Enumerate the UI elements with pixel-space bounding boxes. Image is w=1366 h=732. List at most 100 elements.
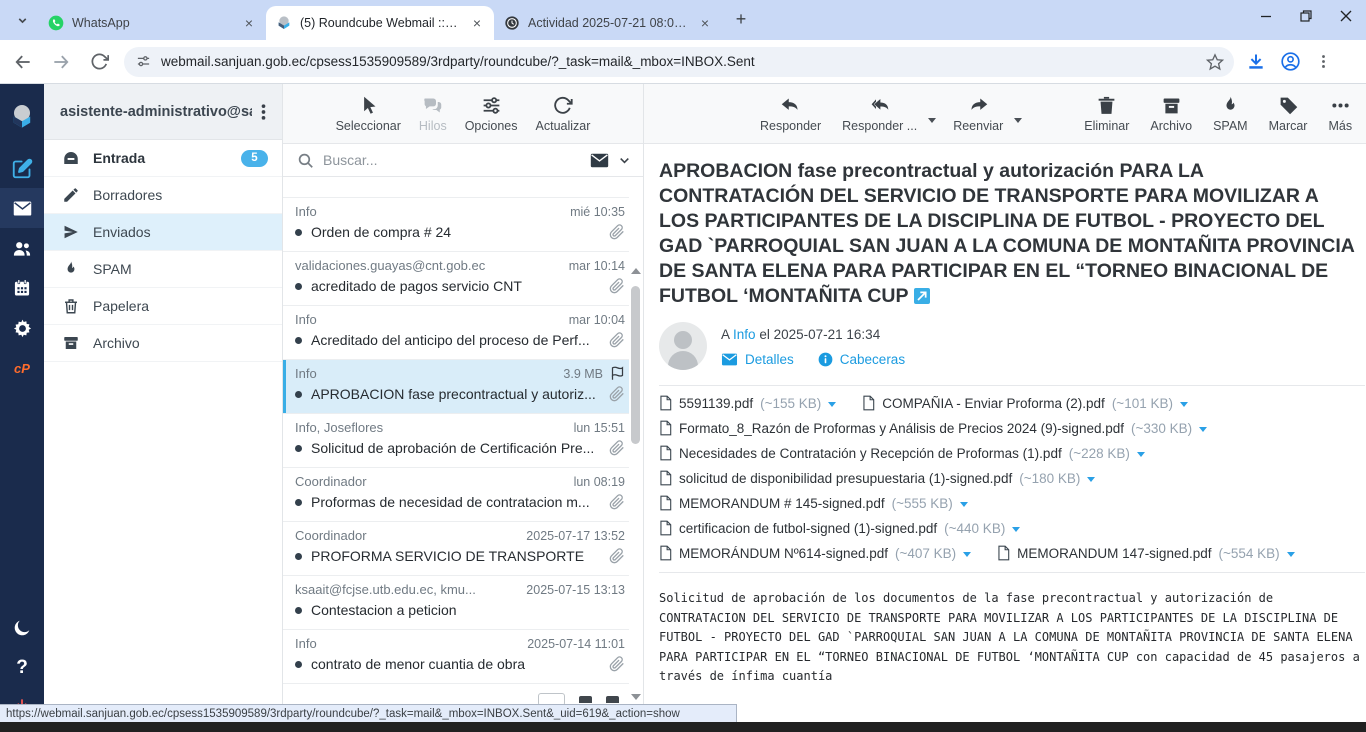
task-menu: cP ? bbox=[0, 84, 44, 732]
browser-menu-icon[interactable] bbox=[1315, 53, 1332, 70]
message-row[interactable]: Coordinador 2025-07-17 13:52 PROFORMA SE… bbox=[283, 522, 629, 576]
account-menu-icon[interactable] bbox=[252, 103, 274, 121]
flag-icon[interactable] bbox=[610, 366, 625, 381]
download-icon[interactable] bbox=[1246, 52, 1266, 72]
message-row[interactable]: Info mar 10:04 Acreditado del anticipo d… bbox=[283, 306, 629, 360]
attachment-item[interactable]: 5591139.pdf (~155 KB) bbox=[659, 395, 836, 411]
message-row[interactable]: Información financiera solicitada por BD… bbox=[283, 177, 629, 198]
attachment-name: COMPAÑIA - Enviar Proforma (2).pdf bbox=[882, 396, 1105, 411]
tab-close-icon[interactable]: × bbox=[468, 14, 486, 32]
minimize-button[interactable] bbox=[1246, 0, 1286, 32]
details-toggle[interactable]: Detalles bbox=[721, 352, 794, 367]
attachment-item[interactable]: Formato_8_Razón de Proformas y Análisis … bbox=[659, 420, 1207, 436]
sidebar-item-spam[interactable]: SPAM bbox=[44, 251, 282, 288]
attachment-item[interactable]: Necesidades de Contratación y Recepción … bbox=[659, 445, 1145, 461]
close-button[interactable] bbox=[1326, 0, 1366, 32]
attachment-menu-icon[interactable] bbox=[960, 502, 968, 507]
reply-all-button[interactable]: Responder ... bbox=[838, 95, 921, 133]
attachment-size: (~155 KB) bbox=[760, 396, 821, 411]
search-bar[interactable]: Buscar... bbox=[283, 144, 643, 177]
select-button[interactable]: Seleccionar bbox=[332, 95, 405, 133]
forward-menu-icon[interactable] bbox=[1014, 118, 1022, 123]
help-button[interactable]: ? bbox=[0, 648, 44, 688]
message-row[interactable]: Info 3.9 MB APROBACION fase precontractu… bbox=[283, 360, 629, 414]
message-row[interactable]: Info 2025-07-14 11:01 contrato de menor … bbox=[283, 630, 629, 684]
attachment-item[interactable]: MEMORANDUM # 145-signed.pdf (~555 KB) bbox=[659, 495, 968, 511]
tab-roundcube[interactable]: (5) Roundcube Webmail :: Envia × bbox=[266, 6, 494, 40]
attachment-item[interactable]: solicitud de disponibilidad presupuestar… bbox=[659, 470, 1095, 486]
search-scope-mail-icon[interactable] bbox=[590, 153, 609, 168]
compose-button[interactable] bbox=[0, 148, 44, 188]
mail-nav-button[interactable] bbox=[0, 188, 44, 228]
archive-button[interactable]: Archivo bbox=[1146, 95, 1196, 133]
attachment-menu-icon[interactable] bbox=[828, 402, 836, 407]
attachment-item[interactable]: certificacion de futbol-signed (1)-signe… bbox=[659, 520, 1020, 536]
forward-icon[interactable] bbox=[46, 47, 76, 77]
bookmark-star-icon[interactable] bbox=[1206, 53, 1224, 71]
attachment-menu-icon[interactable] bbox=[963, 552, 971, 557]
message-row[interactable]: Info, Joseflores lun 15:51 Solicitud de … bbox=[283, 414, 629, 468]
reload-icon[interactable] bbox=[84, 47, 114, 77]
tab-close-icon[interactable]: × bbox=[696, 14, 714, 32]
profile-icon[interactable] bbox=[1280, 51, 1301, 72]
attachment-name: MEMORÁNDUM Nº614-signed.pdf bbox=[679, 546, 888, 561]
scroll-up-icon[interactable] bbox=[631, 268, 641, 274]
restore-button[interactable] bbox=[1286, 0, 1326, 32]
external-link-icon[interactable] bbox=[914, 288, 930, 304]
recipient-link[interactable]: Info bbox=[733, 327, 756, 342]
attachment-menu-icon[interactable] bbox=[1012, 527, 1020, 532]
mark-button[interactable]: Marcar bbox=[1265, 95, 1312, 133]
dark-mode-button[interactable] bbox=[0, 608, 44, 648]
attachment-menu-icon[interactable] bbox=[1199, 427, 1207, 432]
spam-button[interactable]: SPAM bbox=[1209, 95, 1252, 133]
options-button[interactable]: Opciones bbox=[461, 95, 522, 133]
attachment-menu-icon[interactable] bbox=[1287, 552, 1295, 557]
message-row[interactable]: ksaait@fcjse.utb.edu.ec, kmu... 2025-07-… bbox=[283, 576, 629, 630]
list-footer-icon[interactable] bbox=[606, 696, 619, 703]
tab-search-button[interactable] bbox=[8, 6, 36, 34]
attachment-menu-icon[interactable] bbox=[1180, 402, 1188, 407]
reply-all-menu-icon[interactable] bbox=[928, 118, 936, 123]
message-row[interactable]: Coordinador lun 08:19 Proformas de neces… bbox=[283, 468, 629, 522]
message-row[interactable]: validaciones.guayas@cnt.gob.ec mar 10:14… bbox=[283, 252, 629, 306]
search-input[interactable]: Buscar... bbox=[323, 152, 581, 168]
search-options-chevron-icon[interactable] bbox=[618, 154, 631, 167]
attachment-item[interactable]: MEMORANDUM 147-signed.pdf (~554 KB) bbox=[997, 545, 1295, 561]
attachment-menu-icon[interactable] bbox=[1087, 477, 1095, 482]
new-tab-button[interactable]: + bbox=[728, 6, 754, 32]
tab-whatsapp[interactable]: WhatsApp × bbox=[38, 6, 266, 40]
scrollbar-thumb[interactable] bbox=[631, 286, 640, 444]
list-scrollbar[interactable] bbox=[629, 264, 642, 702]
attachment-item[interactable]: MEMORÁNDUM Nº614-signed.pdf (~407 KB) bbox=[659, 545, 971, 561]
pencil-icon bbox=[62, 186, 80, 204]
scroll-down-icon[interactable] bbox=[631, 694, 641, 700]
reply-button[interactable]: Responder bbox=[756, 95, 825, 133]
sidebar-item-drafts[interactable]: Borradores bbox=[44, 177, 282, 214]
sidebar-item-trash[interactable]: Papelera bbox=[44, 288, 282, 325]
message-subject-line: Orden de compra # 24 bbox=[295, 224, 625, 240]
tab-actividad[interactable]: Actividad 2025-07-21 08:00:00 × bbox=[494, 6, 722, 40]
site-info-icon[interactable] bbox=[136, 54, 151, 69]
attachment-item[interactable]: COMPAÑIA - Enviar Proforma (2).pdf (~101… bbox=[862, 395, 1188, 411]
threads-button[interactable]: Hilos bbox=[415, 95, 451, 133]
headers-toggle[interactable]: Cabeceras bbox=[818, 352, 905, 367]
sidebar-item-archive[interactable]: Archivo bbox=[44, 325, 282, 362]
message-row[interactable]: Info mié 10:35 Orden de compra # 24 bbox=[283, 198, 629, 252]
back-icon[interactable] bbox=[8, 47, 38, 77]
message-date: mié 10:35 bbox=[570, 205, 625, 219]
tab-close-icon[interactable]: × bbox=[240, 14, 258, 32]
delete-button[interactable]: Eliminar bbox=[1080, 95, 1133, 133]
calendar-button[interactable] bbox=[0, 268, 44, 308]
sidebar-item-sent[interactable]: Enviados bbox=[44, 214, 282, 251]
refresh-button[interactable]: Actualizar bbox=[532, 95, 595, 133]
url-bar[interactable]: webmail.sanjuan.gob.ec/cpsess1535909589/… bbox=[124, 47, 1234, 77]
contacts-button[interactable] bbox=[0, 228, 44, 268]
list-footer-icon[interactable] bbox=[579, 696, 592, 703]
sidebar-item-inbox[interactable]: Entrada 5 bbox=[44, 140, 282, 177]
attachment-menu-icon[interactable] bbox=[1137, 452, 1145, 457]
forward-button[interactable]: Reenviar bbox=[949, 95, 1007, 133]
more-button[interactable]: Más bbox=[1324, 95, 1356, 133]
cpanel-button[interactable]: cP bbox=[0, 348, 44, 388]
settings-button[interactable] bbox=[0, 308, 44, 348]
account-header[interactable]: asistente-administrativo@sa... bbox=[44, 84, 282, 140]
